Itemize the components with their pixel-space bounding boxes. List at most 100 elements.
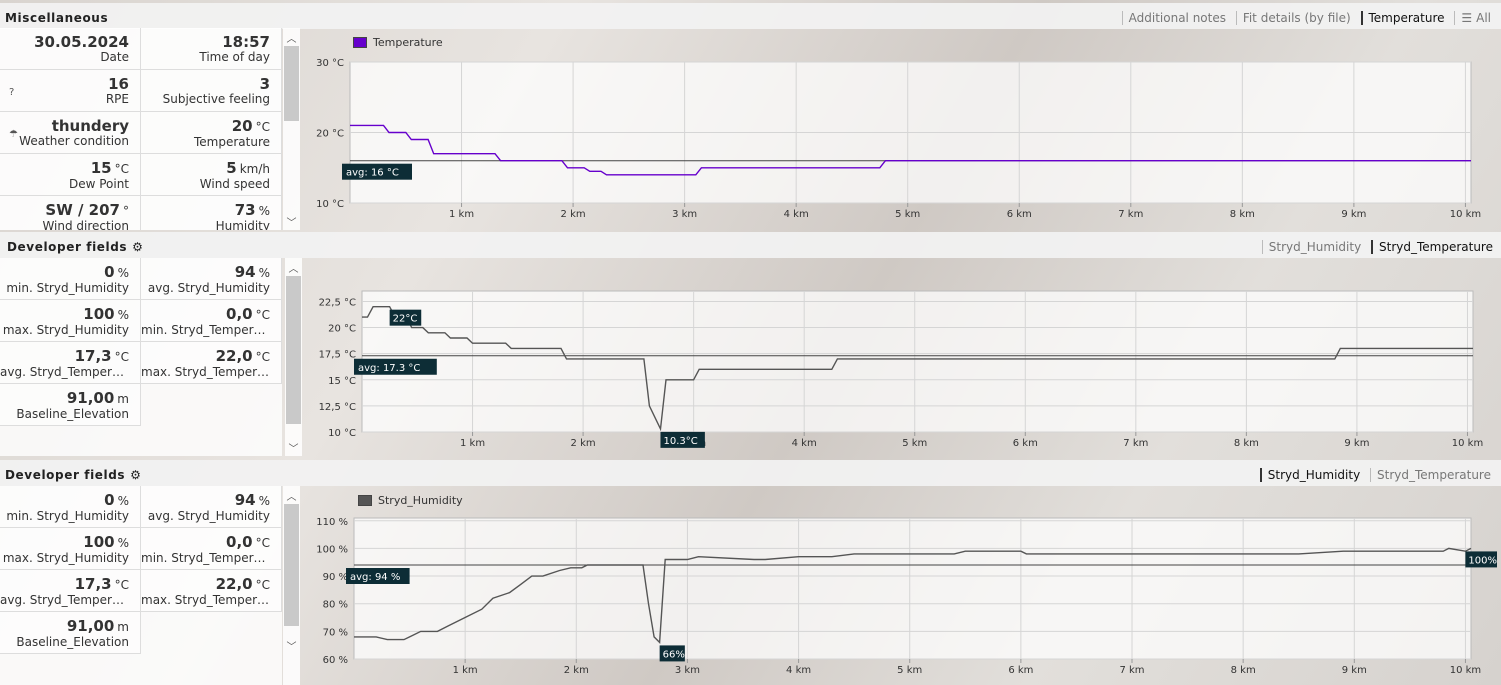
misc-header: Miscellaneous Additional notes Fit detai… [0, 3, 1501, 29]
cell-label: Humidity [215, 219, 270, 230]
cell-value: 91,00 m [0, 618, 129, 635]
y-tick-label: 20 °C [328, 324, 356, 335]
temperature-chart: Temperature 10 °C 20 °C 30 °C 1 km 2 km 3 km 4… [303, 28, 1499, 230]
cell-unit: ° [123, 204, 129, 218]
value-cell: ☂ thundery Weather condition [0, 112, 141, 154]
cell-value-text: thundery [51, 117, 129, 135]
value-cell: 30.05.2024 Date [0, 28, 141, 70]
cell-label: max. Stryd_Humidity [2, 551, 129, 565]
y-tick-label: 100 % [316, 544, 348, 555]
value-cell: SW / 207 ° Wind direction [0, 196, 141, 230]
misc-tabs: Additional notes Fit details (by file) T… [1121, 11, 1497, 25]
misc-scrollbar[interactable]: ︿ ﹀ [283, 28, 300, 230]
cell-value: 0% [0, 492, 129, 509]
chart-legend: Stryd_Humidity [358, 494, 463, 507]
cell-value: 16 [0, 76, 129, 92]
value-cell: 91,00 m Baseline_Elevation [0, 384, 141, 426]
scroll-down-icon[interactable]: ﹀ [283, 214, 300, 229]
cell-value: 17,3 °C [0, 348, 129, 365]
cell-value-text: 94 [234, 263, 256, 281]
value-cell: 91,00 m Baseline_Elevation [0, 612, 141, 654]
scroll-up-icon[interactable]: ︿ [285, 260, 302, 275]
callout-label: 100% [1468, 555, 1497, 566]
stryd-humidity-chart: Stryd_Humidity 60 % 70 % 80 % 90 % 100 % 110 … [303, 486, 1499, 685]
cell-label: Subjective feeling [162, 92, 270, 106]
scroll-down-icon[interactable]: ﹀ [285, 440, 302, 455]
cell-value-text: 100 [83, 533, 115, 551]
scroll-up-icon[interactable]: ︿ [283, 30, 300, 45]
cell-value-text: 16 [108, 75, 129, 93]
cell-unit: °C [114, 162, 129, 176]
value-cell: ? 16 RPE [0, 70, 141, 112]
dev1-scrollbar[interactable]: ︿ ﹀ [285, 258, 302, 456]
y-tick-label: 80 % [323, 600, 348, 611]
cell-label: Baseline_Elevation [16, 635, 129, 649]
cell-label: max. Stryd_Temperature [141, 593, 270, 607]
tab-stryd-temperature[interactable]: Stryd_Temperature [1371, 240, 1499, 254]
cell-value: 94% [141, 264, 270, 281]
cell-value: 18:57 [141, 34, 270, 50]
cell-label: Temperature [193, 135, 270, 149]
cell-label: min. Stryd_Humidity [6, 281, 129, 295]
y-tick-label: 17,5 °C [319, 350, 356, 361]
cell-value-text: 22,0 [215, 575, 253, 593]
tab-stryd-temperature[interactable]: Stryd_Temperature [1370, 468, 1497, 482]
y-tick-label: 22,5 °C [319, 297, 356, 308]
stryd-humidity-chart-svg: 60 % 70 % 80 % 90 % 100 % 110 % 1 km 2 km 3 km 4 … [316, 517, 1497, 676]
y-tick-label: 60 % [323, 655, 348, 666]
x-tick-label: 6 km [1008, 665, 1033, 676]
legend-label: Temperature [373, 36, 443, 49]
x-tick-label: 2 km [571, 438, 596, 449]
y-tick-label: 110 % [316, 517, 348, 528]
cell-value: 5 km/h [141, 160, 270, 177]
cell-unit: % [258, 266, 270, 280]
x-tick-label: 2 km [564, 665, 589, 676]
value-cell: 100% max. Stryd_Humidity [0, 300, 141, 342]
tab-all[interactable]: ☰ All [1454, 11, 1497, 25]
gear-icon[interactable]: ⚙ [130, 468, 141, 482]
cell-value-text: 3 [259, 75, 270, 93]
cell-unit: °C [255, 578, 270, 592]
cell-value-text: 20 [231, 117, 253, 135]
scroll-thumb[interactable] [286, 276, 301, 424]
callout-label: 66% [663, 649, 685, 660]
cell-label: avg. Stryd_Temperature [0, 593, 129, 607]
cell-value: 91,00 m [0, 390, 129, 407]
x-tick-label: 8 km [1234, 438, 1259, 449]
value-cell: 94% avg. Stryd_Humidity [141, 486, 282, 528]
cell-value: 17,3 °C [0, 576, 129, 593]
tab-additional-notes[interactable]: Additional notes [1121, 11, 1232, 25]
cell-unit: km/h [239, 162, 270, 176]
tab-stryd-humidity[interactable]: Stryd_Humidity [1259, 468, 1366, 482]
cell-value: 100% [0, 306, 129, 323]
stryd-temperature-chart-svg: 10 °C 12,5 °C 15 °C 17,5 °C 20 °C 22,5 °C 1 km… [319, 290, 1483, 449]
cell-label: Wind direction [42, 219, 129, 230]
value-cell: 22,0°Cmax. Stryd_Temperature [141, 570, 282, 612]
help-icon[interactable]: ? [9, 87, 14, 98]
y-tick-label: 70 % [323, 627, 348, 638]
x-tick-label: 5 km [902, 438, 927, 449]
x-tick-label: 7 km [1118, 209, 1143, 220]
cell-value-text: 17,3 [74, 347, 112, 365]
y-tick-label: 90 % [323, 572, 348, 583]
cell-value-text: 100 [83, 305, 115, 323]
cell-unit: °C [114, 578, 129, 592]
dev2-scrollbar[interactable]: ︿ ﹀ [283, 486, 300, 685]
cell-value-text: 5 [226, 159, 237, 177]
scroll-thumb[interactable] [284, 504, 299, 626]
developer-fields-section-1: Developer fields ⚙ Stryd_Humidity Stryd_T… [0, 232, 1501, 458]
tab-fit-details[interactable]: Fit details (by file) [1235, 11, 1357, 25]
hamburger-icon: ☰ [1461, 11, 1473, 25]
tab-temperature[interactable]: Temperature [1360, 11, 1451, 25]
scroll-up-icon[interactable]: ︿ [283, 488, 300, 503]
legend-swatch [353, 37, 367, 48]
dev1-tabs: Stryd_Humidity Stryd_Temperature [1261, 240, 1499, 254]
x-tick-label: 7 km [1119, 665, 1144, 676]
gear-icon[interactable]: ⚙ [132, 240, 143, 254]
cell-unit: % [117, 536, 129, 550]
scroll-thumb[interactable] [284, 46, 299, 121]
dev2-values-panel: 0% min. Stryd_Humidity 94% avg. Stryd_Humid… [0, 486, 282, 685]
x-tick-label: 1 km [449, 209, 474, 220]
scroll-down-icon[interactable]: ﹀ [283, 638, 300, 653]
tab-stryd-humidity[interactable]: Stryd_Humidity [1261, 240, 1367, 254]
